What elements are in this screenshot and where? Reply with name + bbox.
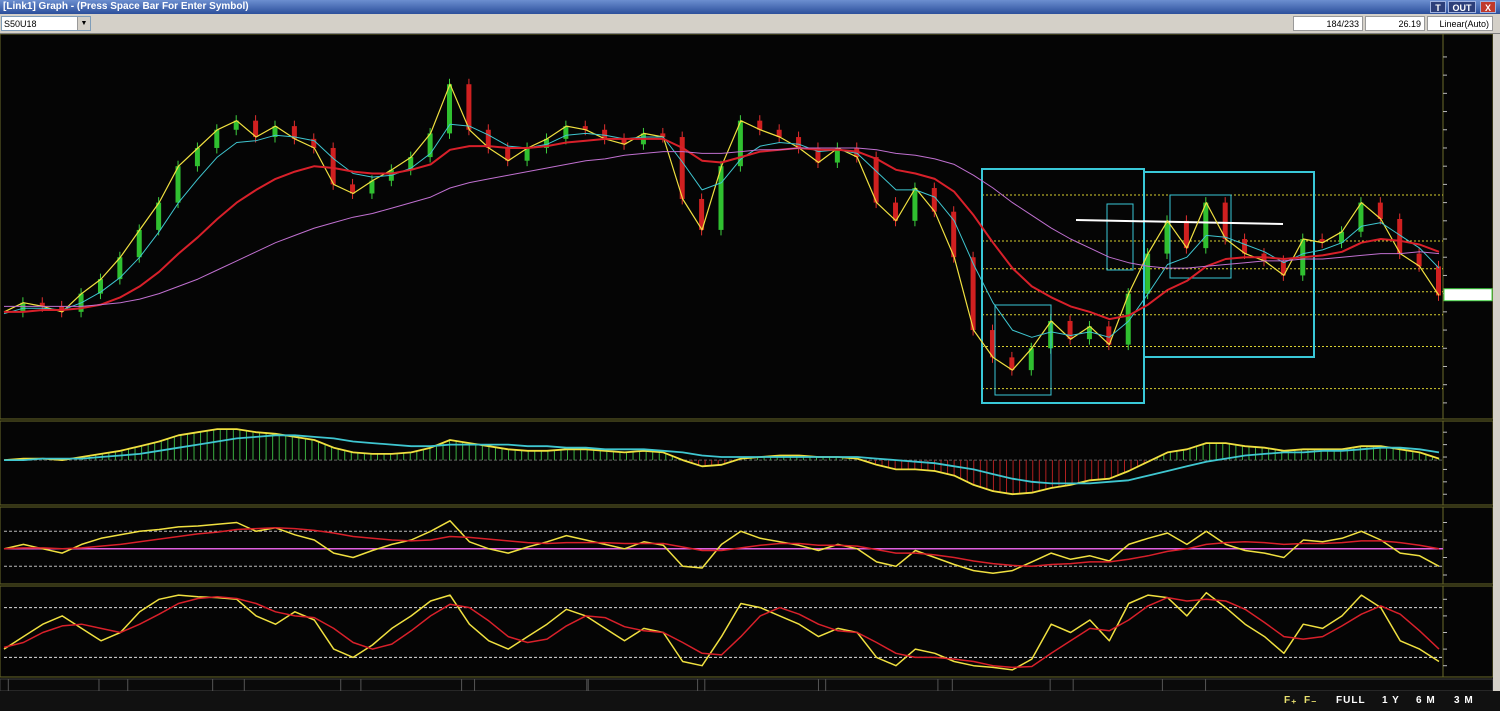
- toolbar: S50U18 ▼ 184/233 26.19 Linear(Auto): [0, 14, 1500, 34]
- 1y-range-button[interactable]: 1 Y: [1382, 694, 1400, 708]
- 3m-range-button[interactable]: 3 M: [1454, 694, 1474, 708]
- candle-body: [447, 84, 453, 134]
- font-decrease-button[interactable]: F₋: [1304, 694, 1317, 708]
- candle-body: [1203, 202, 1209, 249]
- 6m-range-button[interactable]: 6 M: [1416, 694, 1436, 708]
- candle-body: [718, 166, 724, 230]
- symbol-input[interactable]: S50U18 ▼: [1, 16, 91, 31]
- candle-body: [970, 257, 976, 331]
- x-axis-band: [0, 678, 1493, 692]
- panel-2-background: [0, 420, 1493, 506]
- t-button[interactable]: T: [1430, 1, 1446, 13]
- symbol-value: S50U18: [4, 19, 37, 29]
- last-price-box: [1443, 288, 1493, 302]
- scale-select[interactable]: Linear(Auto): [1427, 16, 1493, 31]
- candle-body: [1145, 253, 1151, 294]
- chevron-down-icon[interactable]: ▼: [77, 17, 90, 30]
- candle-body: [873, 157, 879, 203]
- chart-area[interactable]: [0, 34, 1493, 711]
- font-increase-button[interactable]: F₊: [1284, 694, 1297, 708]
- window-title: [Link1] Graph - (Press Space Bar For Ent…: [3, 1, 249, 12]
- value-field: 26.19: [1365, 16, 1425, 31]
- right-side-strip: [1493, 34, 1500, 711]
- close-button[interactable]: X: [1480, 1, 1496, 13]
- panel-3-background: [0, 506, 1493, 585]
- window-title-bar: [Link1] Graph - (Press Space Bar For Ent…: [0, 0, 1500, 14]
- panel-1-background: [0, 34, 1493, 420]
- out-button[interactable]: OUT: [1448, 1, 1476, 13]
- full-range-button[interactable]: FULL: [1336, 694, 1366, 708]
- candle-body: [466, 84, 472, 130]
- bar-count-field: 184/233: [1293, 16, 1363, 31]
- status-bar: F₊ F₋ FULL 1 Y 6 M 3 M: [0, 691, 1500, 711]
